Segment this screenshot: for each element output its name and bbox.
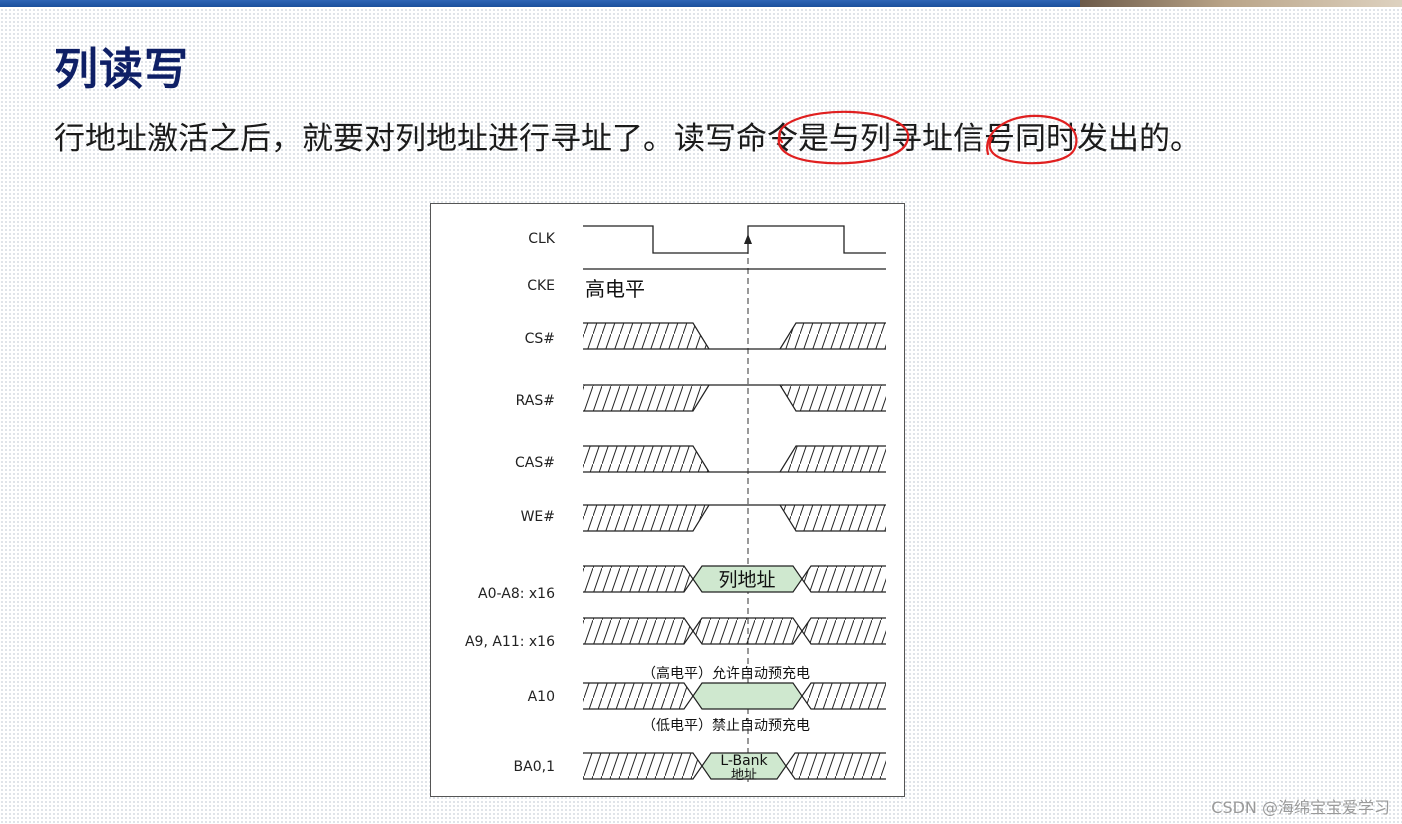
top-accent-bar (0, 0, 1402, 7)
auto-precharge-window (692, 682, 803, 710)
timing-diagram-svg: CLK CKE CS# RAS# CAS# WE# A0-A8: x16 A9,… (465, 225, 886, 783)
intro-text-e: 信号同时发出的。 (953, 121, 1201, 157)
signal-label-clk: CLK (528, 231, 556, 247)
csdn-watermark: CSDN @海绵宝宝爱学习 (1211, 798, 1390, 817)
signal-label-a9-a11: A9, A11: x16 (465, 634, 555, 650)
column-address-text: 列地址 (718, 569, 775, 591)
a10-low-level-note: （低电平）禁止自动预充电 (642, 718, 810, 734)
a9-a11-waveform (583, 617, 886, 645)
a10-waveform (583, 682, 886, 710)
signal-label-cs: CS# (525, 331, 555, 347)
ras-waveform (583, 384, 886, 412)
highlight-column-addressing: 列寻址 (860, 121, 953, 157)
intro-text-a: 行地址激活之后，就要对列地址进行寻址了。 (54, 121, 674, 157)
we-waveform (583, 504, 886, 532)
clk-waveform (583, 225, 886, 254)
signal-label-a0-a8: A0-A8: x16 (478, 586, 555, 602)
signal-label-we: WE# (521, 509, 555, 525)
clk-rising-edge-arrow (744, 234, 752, 244)
signal-label-cas: CAS# (515, 455, 555, 471)
bank-address-text-line1: L-Bank (720, 753, 768, 769)
a10-high-level-note: （高电平）允许自动预充电 (642, 665, 810, 682)
highlight-read-write-command: 读写命令 (674, 121, 798, 157)
signal-label-ras: RAS# (516, 393, 555, 409)
cs-waveform (583, 322, 886, 350)
cke-high-level-text: 高电平 (585, 277, 645, 301)
signal-label-a10: A10 (528, 689, 555, 705)
cas-waveform (583, 445, 886, 473)
page-title: 列读写 (54, 44, 189, 95)
signal-label-ba01: BA0,1 (514, 759, 555, 775)
header-photo-strip (1080, 0, 1402, 7)
signal-label-cke: CKE (527, 278, 555, 294)
intro-paragraph: 行地址激活之后，就要对列地址进行寻址了。读写命令是与列寻址信号同时发出的。 (54, 118, 1294, 161)
intro-text-c: 是与 (798, 121, 860, 157)
timing-diagram: CLK CKE CS# RAS# CAS# WE# A0-A8: x16 A9,… (430, 203, 905, 797)
bank-address-text-line2: 地址 (731, 768, 757, 783)
